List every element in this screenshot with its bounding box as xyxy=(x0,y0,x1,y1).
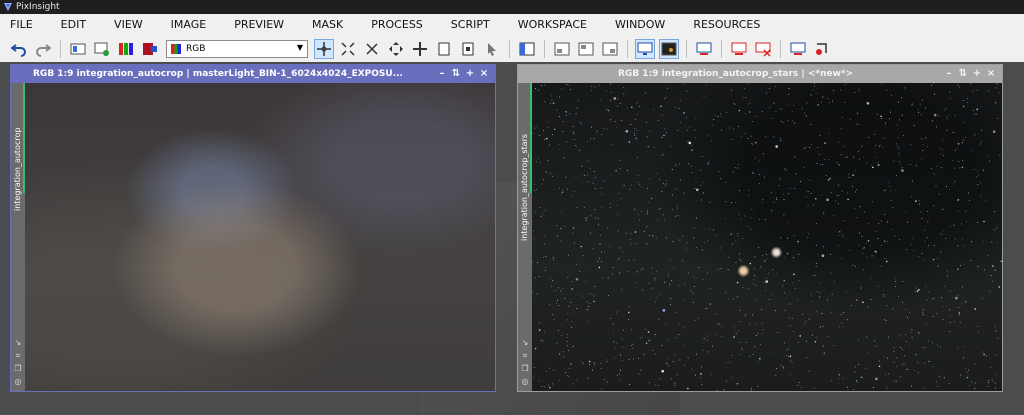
menu-process[interactable]: PROCESS xyxy=(361,14,433,36)
app-title: PixInsight xyxy=(16,2,60,12)
menu-workspace[interactable]: WORKSPACE xyxy=(508,14,597,36)
side-icons: ↘ ⌗ ❐ ◎ xyxy=(12,338,24,387)
menu-edit[interactable]: EDIT xyxy=(51,14,96,36)
color-target-icon[interactable] xyxy=(141,40,159,58)
fit-icon[interactable]: ⌗ xyxy=(12,351,24,361)
pan-mode-icon[interactable] xyxy=(314,39,334,59)
clone-icon[interactable]: ❐ xyxy=(12,364,24,374)
window-controls: – ⇅ + × xyxy=(435,65,491,83)
shrink-icon[interactable]: ↘ xyxy=(519,338,531,348)
menu-view[interactable]: VIEW xyxy=(104,14,153,36)
app-titlebar: PixInsight xyxy=(0,0,1024,14)
clone-icon[interactable]: ❐ xyxy=(519,364,531,374)
toolbar-separator xyxy=(627,40,628,58)
menu-resources[interactable]: RESOURCES xyxy=(683,14,770,36)
image-new-icon[interactable] xyxy=(93,40,111,58)
view-side-tab[interactable]: integration_autocrop_stars ↘ ⌗ ❐ ◎ xyxy=(518,83,532,391)
close-icon[interactable]: × xyxy=(984,65,998,83)
window-title: RGB 1:9 integration_autocrop | masterLig… xyxy=(33,69,403,79)
window-titlebar[interactable]: RGB 1:9 integration_autocrop | masterLig… xyxy=(11,65,495,83)
view-side-tab[interactable]: integration_autocrop ↘ ⌗ ❐ ◎ xyxy=(11,83,25,391)
color-channels-icon[interactable] xyxy=(117,40,135,58)
fit-icon[interactable]: ⌗ xyxy=(519,351,531,361)
image-info-icon[interactable] xyxy=(69,40,87,58)
mask-red-x-icon[interactable] xyxy=(754,40,772,58)
page-edit-icon[interactable] xyxy=(459,40,477,58)
maximize-icon[interactable]: + xyxy=(463,65,477,83)
window-controls: – ⇅ + × xyxy=(942,65,998,83)
maximize-icon[interactable]: + xyxy=(970,65,984,83)
menu-preview[interactable]: PREVIEW xyxy=(224,14,294,36)
menu-image[interactable]: IMAGE xyxy=(161,14,217,36)
toolbar-separator xyxy=(686,40,687,58)
menu-mask[interactable]: MASK xyxy=(302,14,353,36)
display-monitor-icon[interactable] xyxy=(635,39,655,59)
minimize-icon[interactable]: – xyxy=(435,65,449,83)
toolbar-separator xyxy=(60,40,61,58)
window-list-icon[interactable] xyxy=(518,40,536,58)
image-view-canvas[interactable] xyxy=(532,83,1002,391)
shade-icon[interactable]: ⇅ xyxy=(956,65,970,83)
zoom-fit-icon[interactable] xyxy=(339,40,357,58)
menu-file[interactable]: FILE xyxy=(0,14,43,36)
image-view-canvas[interactable] xyxy=(25,83,495,391)
channel-selector-combo[interactable]: RGB ▼ xyxy=(166,40,308,58)
menu-bar: FILE EDIT VIEW IMAGE PREVIEW MASK PROCES… xyxy=(0,14,1024,36)
undo-icon[interactable] xyxy=(10,40,28,58)
target-icon[interactable]: ◎ xyxy=(519,377,531,387)
image-window-integration-autocrop-stars[interactable]: RGB 1:9 integration_autocrop_stars | <*n… xyxy=(517,64,1003,392)
view-side-label: integration_autocrop_stars xyxy=(520,133,529,241)
screen-mask-icon[interactable] xyxy=(789,40,807,58)
toolbar-separator xyxy=(780,40,781,58)
window-c-icon[interactable] xyxy=(601,40,619,58)
menu-script[interactable]: SCRIPT xyxy=(441,14,500,36)
window-b-icon[interactable] xyxy=(577,40,595,58)
toolbar: RGB ▼ xyxy=(0,36,1024,63)
shrink-icon[interactable]: ↘ xyxy=(12,338,24,348)
page-icon[interactable] xyxy=(435,40,453,58)
pointer-icon[interactable] xyxy=(483,40,501,58)
minimize-icon[interactable]: – xyxy=(942,65,956,83)
image-window-integration-autocrop[interactable]: RGB 1:9 integration_autocrop | masterLig… xyxy=(10,64,496,392)
mask-red-icon[interactable] xyxy=(730,40,748,58)
shade-icon[interactable]: ⇅ xyxy=(449,65,463,83)
window-a-icon[interactable] xyxy=(553,40,571,58)
navigate-mode-icon[interactable] xyxy=(411,40,429,58)
rgb-swatch-icon xyxy=(171,44,181,54)
view-side-label: integration_autocrop xyxy=(13,127,22,211)
screen-icon[interactable] xyxy=(695,40,713,58)
transfer-icon[interactable] xyxy=(813,40,831,58)
toolbar-separator xyxy=(721,40,722,58)
menu-window[interactable]: WINDOW xyxy=(605,14,675,36)
starfield-image xyxy=(532,83,1002,391)
dropdown-arrow-icon: ▼ xyxy=(296,43,304,52)
window-titlebar[interactable]: RGB 1:9 integration_autocrop_stars | <*n… xyxy=(518,65,1002,83)
pixinsight-logo-icon xyxy=(4,3,12,11)
channel-selector-value: RGB xyxy=(186,44,206,54)
target-icon[interactable]: ◎ xyxy=(12,377,24,387)
redo-icon[interactable] xyxy=(34,40,52,58)
toolbar-separator xyxy=(544,40,545,58)
workspace: RGB 1:9 integration_autocrop | masterLig… xyxy=(0,62,1024,415)
zoom-in-mode-icon[interactable] xyxy=(363,40,381,58)
toolbar-separator xyxy=(509,40,510,58)
side-icons: ↘ ⌗ ❐ ◎ xyxy=(519,338,531,387)
display-active-icon[interactable] xyxy=(659,39,679,59)
move-mode-icon[interactable] xyxy=(387,40,405,58)
window-title: RGB 1:9 integration_autocrop_stars | <*n… xyxy=(618,69,854,79)
close-icon[interactable]: × xyxy=(477,65,491,83)
